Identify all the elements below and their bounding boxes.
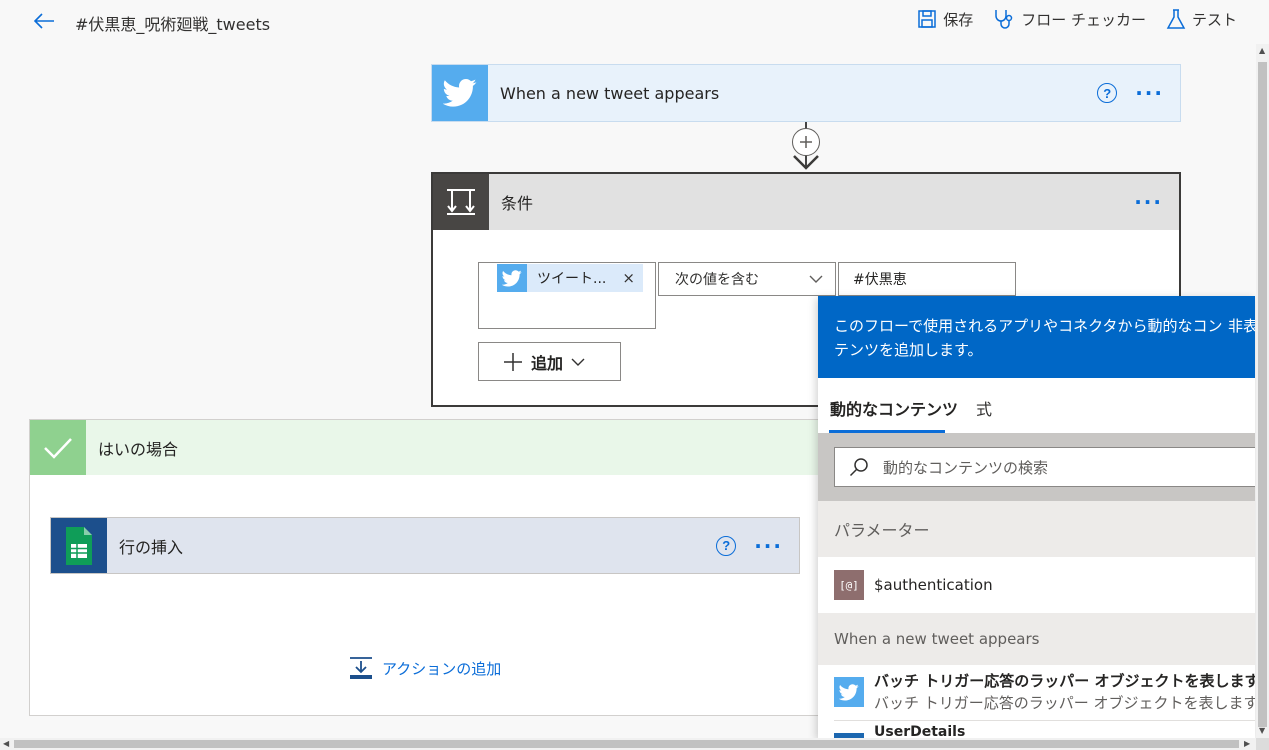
param-batch-wrapper[interactable]: バッチ トリガー応答のラッパー オブジェクトを表します バッチ トリガー応答のラ…	[818, 665, 1255, 719]
add-action-button[interactable]: アクションの追加	[348, 656, 501, 680]
yes-branch-title: はいの場合	[98, 439, 179, 459]
top-bar: #伏黒恵_呪術廻戦_tweets 保存 フロー チェッカー テスト	[0, 0, 1269, 44]
insert-row-tools: ? ···	[716, 518, 783, 573]
more-options-icon[interactable]: ···	[1134, 192, 1163, 212]
chevron-down-icon	[809, 275, 823, 283]
panel-header: このフローで使用されるアプリやコネクタから動的なコンテンツを追加します。 非表	[818, 296, 1255, 378]
sheets-icon-box	[51, 518, 107, 573]
plus-icon	[504, 352, 522, 371]
test-label: テスト	[1191, 10, 1237, 29]
insert-row-title: 行の挿入	[119, 537, 184, 557]
add-action-icon	[350, 657, 372, 679]
vertical-scroll-thumb[interactable]	[1258, 62, 1267, 727]
condition-value: #伏黒恵	[853, 272, 907, 288]
test-button[interactable]: テスト	[1166, 8, 1237, 30]
search-area: 動的なコンテンツの検索	[818, 433, 1255, 501]
chevron-down-icon	[571, 358, 585, 366]
scroll-down-icon[interactable]: ▼	[1259, 727, 1265, 735]
remove-token-icon[interactable]: ×	[622, 269, 635, 287]
token-label: ツイート...	[537, 271, 607, 287]
trigger-icon-box	[432, 65, 488, 121]
tab-expression[interactable]: 式	[976, 396, 992, 420]
dynamic-content-search-input[interactable]: 動的なコンテンツの検索	[834, 447, 1255, 487]
param-authentication[interactable]: [@] $authentication	[818, 557, 1255, 613]
horizontal-scroll-thumb[interactable]	[14, 740, 1239, 748]
arrow-down-icon	[793, 155, 819, 170]
twitter-icon	[443, 78, 477, 107]
section-parameters: パラメーター	[818, 501, 1255, 557]
flow-checker-button[interactable]: フロー チェッカー	[993, 8, 1146, 30]
google-sheets-icon	[66, 526, 92, 565]
stethoscope-icon	[995, 10, 1013, 29]
operator-select[interactable]: 次の値を含む	[658, 262, 836, 296]
dynamic-token[interactable]: ツイート... ×	[497, 264, 643, 292]
twitter-icon	[497, 264, 527, 292]
tab-dynamic-content[interactable]: 動的なコンテンツ	[830, 396, 958, 420]
section-trigger: When a new tweet appears	[818, 613, 1255, 665]
condition-left-operand[interactable]: ツイート... ×	[478, 262, 656, 329]
more-options-icon[interactable]: ···	[1135, 83, 1164, 103]
condition-icon-box	[433, 174, 489, 230]
scroll-up-icon[interactable]: ▲	[1259, 47, 1265, 55]
flow-title: #伏黒恵_呪術廻戦_tweets	[75, 15, 271, 34]
checkmark-icon	[44, 437, 72, 459]
yes-icon-box	[30, 420, 86, 475]
back-button[interactable]	[32, 10, 56, 32]
condition-value-input[interactable]: #伏黒恵	[838, 262, 1016, 296]
parameter-icon: [@]	[834, 570, 864, 600]
add-action-label: アクションの追加	[382, 659, 502, 678]
dynamic-content-panel: このフローで使用されるアプリやコネクタから動的なコンテンツを追加します。 非表 …	[818, 296, 1255, 738]
scrollbar-corner	[1256, 738, 1269, 750]
twitter-icon	[834, 677, 864, 707]
more-options-icon[interactable]: ···	[754, 536, 783, 556]
param-user-details[interactable]: UserDetails	[834, 724, 965, 738]
header-actions: 保存 フロー チェッカー テスト	[917, 8, 1237, 30]
search-placeholder: 動的なコンテンツの検索	[883, 458, 1049, 477]
row-divider	[834, 720, 1255, 721]
save-label: 保存	[943, 10, 974, 29]
search-icon	[849, 458, 868, 477]
horizontal-scrollbar[interactable]: ◀ ▶	[0, 738, 1256, 750]
trigger-card[interactable]: When a new tweet appears ? ···	[431, 64, 1181, 122]
param-batch-text: バッチ トリガー応答のラッパー オブジェクトを表します バッチ トリガー応答のラ…	[874, 670, 1255, 714]
condition-title: 条件	[501, 194, 534, 213]
vertical-scrollbar[interactable]: ▲ ▼	[1256, 44, 1269, 738]
param-user-details-title: UserDetails	[874, 724, 966, 738]
flow-checker-label: フロー チェッカー	[1021, 10, 1146, 29]
arrow-left-icon	[33, 13, 54, 29]
insert-step-button[interactable]	[792, 128, 820, 156]
trigger-tools: ? ···	[1097, 65, 1164, 121]
trigger-title: When a new tweet appears	[500, 83, 720, 103]
param-batch-subtitle: バッチ トリガー応答のラッパー オブジェクトを表します	[874, 694, 1255, 712]
save-icon	[918, 10, 936, 28]
operator-value: 次の値を含む	[675, 272, 759, 288]
panel-tabs: 動的なコンテンツ 式	[818, 378, 1255, 434]
yes-branch: はいの場合 行の挿入 ? ··· アクションの追加	[29, 419, 856, 716]
flask-icon	[1166, 9, 1186, 29]
param-batch-title: バッチ トリガー応答のラッパー オブジェクトを表します	[874, 672, 1255, 690]
scroll-right-icon[interactable]: ▶	[1244, 740, 1250, 748]
add-condition-button[interactable]: 追加	[478, 342, 621, 381]
condition-header[interactable]: 条件 ···	[433, 174, 1179, 230]
yes-branch-header[interactable]: はいの場合	[30, 420, 855, 475]
param-authentication-label: $authentication	[874, 576, 993, 594]
add-label: 追加	[531, 353, 564, 373]
hide-panel-link[interactable]: 非表	[1228, 314, 1255, 338]
condition-icon	[447, 189, 475, 215]
help-icon[interactable]: ?	[716, 535, 737, 556]
plus-icon	[800, 136, 812, 148]
condition-tools: ···	[1134, 174, 1163, 230]
panel-description: このフローで使用されるアプリやコネクタから動的なコンテンツを追加します。	[834, 317, 1223, 359]
insert-row-card[interactable]: 行の挿入 ? ···	[50, 517, 800, 574]
scroll-left-icon[interactable]: ◀	[3, 740, 9, 748]
help-icon[interactable]: ?	[1097, 83, 1118, 103]
save-button[interactable]: 保存	[917, 9, 973, 30]
